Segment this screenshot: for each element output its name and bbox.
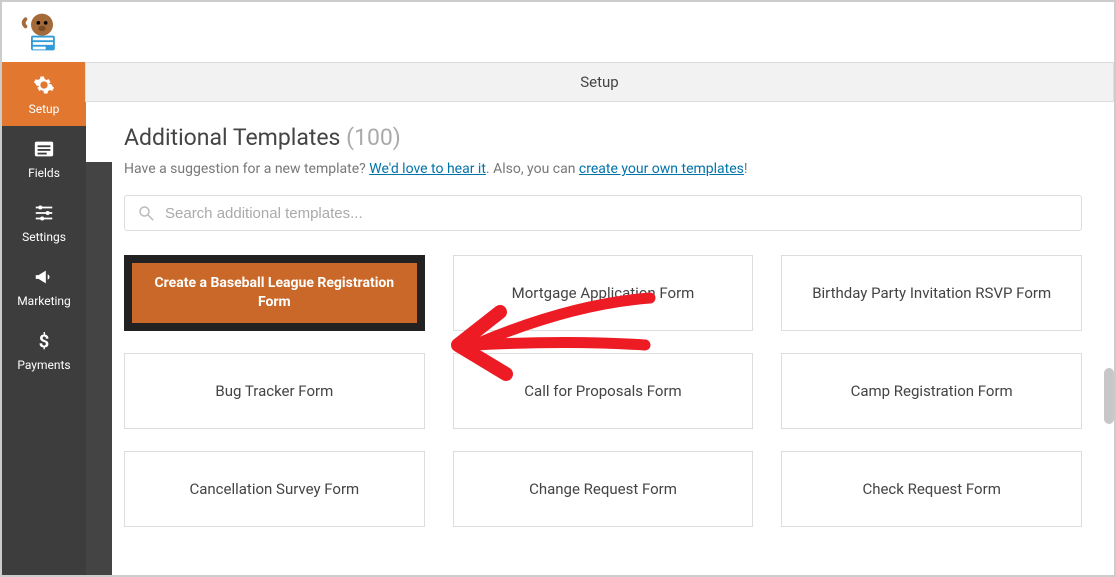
suggestion-link[interactable]: We'd love to hear it [369, 161, 486, 177]
sidebar-item-fields[interactable]: Fields [2, 126, 86, 190]
template-card[interactable]: Camp Registration Form [781, 353, 1082, 429]
sidebar: Setup Fields Settings Marketing $ Paymen… [2, 62, 86, 575]
scrollbar-thumb[interactable] [1104, 368, 1114, 424]
dollar-icon: $ [30, 330, 58, 352]
search-input[interactable] [165, 205, 1069, 222]
sidebar-label: Fields [28, 166, 60, 180]
template-card[interactable]: Bug Tracker Form [124, 353, 425, 429]
tab-label: Setup [580, 73, 618, 91]
page-subtitle: Have a suggestion for a new template? We… [124, 161, 1082, 177]
template-label: Cancellation Survey Form [189, 480, 359, 498]
sub-text: . Also, you can [486, 161, 579, 177]
template-count: (100) [346, 124, 401, 151]
bullhorn-icon [30, 266, 58, 288]
template-label: Mortgage Application Form [512, 284, 695, 302]
sub-text: ! [744, 161, 748, 177]
sliders-icon [30, 202, 58, 224]
create-own-link[interactable]: create your own templates [579, 161, 744, 177]
template-grid: Create a Baseball League Registration Fo… [124, 255, 1082, 527]
page-title-text: Additional Templates [124, 124, 340, 151]
template-label: Check Request Form [862, 480, 1000, 498]
sidebar-item-setup[interactable]: Setup [2, 62, 86, 126]
template-label: Camp Registration Form [851, 382, 1013, 400]
sidebar-label: Setup [29, 102, 60, 116]
topbar [2, 2, 1114, 62]
template-card[interactable]: Change Request Form [453, 451, 754, 527]
search-icon [137, 204, 155, 222]
template-card[interactable]: Birthday Party Invitation RSVP Form [781, 255, 1082, 331]
template-label: Birthday Party Invitation RSVP Form [812, 284, 1051, 302]
svg-text:$: $ [39, 331, 50, 352]
sidebar-item-settings[interactable]: Settings [2, 190, 86, 254]
template-card[interactable]: Call for Proposals Form [453, 353, 754, 429]
template-label: Bug Tracker Form [215, 382, 333, 400]
sub-text: Have a suggestion for a new template? [124, 161, 369, 177]
template-card[interactable]: Check Request Form [781, 451, 1082, 527]
gear-icon [30, 74, 58, 96]
template-card-selected[interactable]: Create a Baseball League Registration Fo… [124, 255, 425, 331]
sidebar-label: Marketing [17, 294, 71, 308]
sidebar-item-marketing[interactable]: Marketing [2, 254, 86, 318]
content-area: Additional Templates (100) Have a sugges… [86, 102, 1114, 575]
search-box[interactable] [124, 195, 1082, 231]
template-label: Change Request Form [529, 480, 677, 498]
page-title: Additional Templates (100) [124, 124, 1082, 151]
template-label: Call for Proposals Form [524, 382, 681, 400]
sidebar-label: Payments [17, 358, 70, 372]
sidebar-item-payments[interactable]: $ Payments [2, 318, 86, 382]
template-label: Create a Baseball League Registration Fo… [146, 274, 403, 312]
sidebar-label: Settings [22, 230, 66, 244]
list-icon [30, 138, 58, 160]
tab-setup[interactable]: Setup [85, 62, 1114, 102]
template-card[interactable]: Mortgage Application Form [453, 255, 754, 331]
template-card[interactable]: Cancellation Survey Form [124, 451, 425, 527]
app-logo [20, 10, 64, 54]
